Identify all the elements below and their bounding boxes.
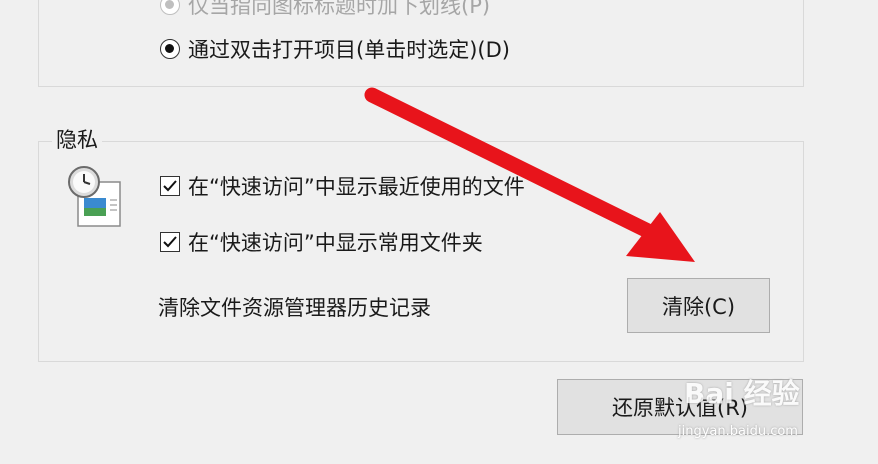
double-click-label: 通过双击打开项目(单击时选定)(D) bbox=[188, 38, 510, 62]
show-recent-files-label: 在“快速访问”中显示最近使用的文件 bbox=[188, 175, 525, 199]
baidu-watermark-url: jingyan.baidu.com bbox=[678, 424, 798, 439]
radio-indicator[interactable] bbox=[160, 0, 180, 15]
checkmark-icon bbox=[163, 236, 177, 248]
baidu-watermark-logo: Bai 经验 bbox=[684, 377, 800, 410]
clear-history-text: 清除文件资源管理器历史记录 bbox=[158, 296, 431, 320]
show-frequent-folders-label: 在“快速访问”中显示常用文件夹 bbox=[188, 231, 483, 255]
underline-on-point-radio[interactable]: 仅当指向图标标题时加下划线(P) bbox=[160, 0, 490, 20]
underline-on-point-label: 仅当指向图标标题时加下划线(P) bbox=[188, 0, 491, 18]
checkbox-box[interactable] bbox=[160, 232, 180, 252]
privacy-legend: 隐私 bbox=[52, 124, 102, 154]
clear-button[interactable]: 清除(C) bbox=[627, 278, 770, 333]
show-recent-files-checkbox[interactable]: 在“快速访问”中显示最近使用的文件 bbox=[160, 171, 525, 201]
clock-document-icon bbox=[64, 162, 126, 228]
checkbox-box[interactable] bbox=[160, 176, 180, 196]
checkmark-icon bbox=[163, 180, 177, 192]
radio-indicator[interactable] bbox=[160, 39, 180, 59]
show-frequent-folders-checkbox[interactable]: 在“快速访问”中显示常用文件夹 bbox=[160, 227, 483, 257]
double-click-radio[interactable]: 通过双击打开项目(单击时选定)(D) bbox=[160, 34, 510, 64]
